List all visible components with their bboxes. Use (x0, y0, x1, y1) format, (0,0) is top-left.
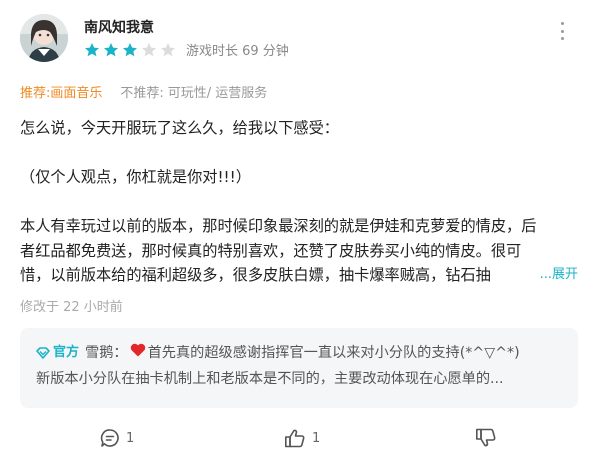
review-body[interactable]: 怎么说，今天开服玩了这么久，给我以下感受： （仅个人观点，你杠就是你对!!!） … (20, 116, 578, 288)
username[interactable]: 南风知我意 (84, 17, 154, 37)
body-line: 者红品都免费送，那时候真的特别喜欢，还赞了皮肤券买小纯的情皮。很可 (20, 241, 522, 260)
review-actions: 1 1 (0, 422, 589, 454)
reply-text-2: 新版本小分队在抽卡机制上和老版本是不同的，主要改动体现在心愿单的... (36, 371, 504, 387)
official-reply[interactable]: 官方 雪鹅： 首先真的超级感谢指挥官一直以来对小分队的支持(*^▽^*) 新版本… (20, 328, 578, 408)
more-options-icon[interactable] (557, 22, 567, 40)
avatar[interactable] (20, 14, 68, 62)
comment-icon (100, 429, 119, 447)
like-count: 1 (312, 430, 321, 446)
comment-button[interactable]: 1 (100, 428, 134, 448)
reply-text-1: 首先真的超级感谢指挥官一直以来对小分队的支持(*^▽^*) (147, 345, 520, 361)
expand-link[interactable]: ...展开 (533, 263, 578, 288)
review-header: 南风知我意 游戏时长 69 分钟 (20, 14, 575, 66)
body-line-blank (20, 141, 578, 166)
not-recommend-value: 可玩性/ 运营服务 (167, 86, 268, 101)
recommend-value: 画面音乐 (50, 86, 103, 101)
playtime: 游戏时长 69 分钟 (186, 44, 289, 59)
official-badge-label: 官方 (53, 345, 80, 360)
reply-line-1: 官方 雪鹅： 首先真的超级感谢指挥官一直以来对小分队的支持(*^▽^*) (36, 340, 564, 366)
official-badge-icon (36, 347, 50, 359)
edited-timestamp: 修改于 22 小时前 (20, 300, 123, 315)
body-line: 本人有幸玩过以前的版本，那时候印象最深刻的就是伊娃和克萝爱的情皮，后 (20, 217, 537, 235)
like-icon (284, 429, 305, 448)
star-icon-empty (142, 42, 156, 56)
comment-count: 1 (126, 430, 135, 446)
star-icon-filled (104, 42, 118, 56)
star-rating (84, 42, 179, 58)
star-icon-filled (85, 42, 99, 56)
body-line: 惜，以前版本给的福利超级多，很多皮肤白嫖，抽卡爆率贼高，钻石抽 (20, 266, 491, 284)
replier-name[interactable]: 雪鹅： (85, 340, 128, 366)
star-icon-filled (123, 42, 137, 56)
dislike-icon (475, 428, 496, 447)
recommend-label: 推荐: (20, 86, 51, 101)
rating: 游戏时长 69 分钟 (84, 40, 289, 59)
review-tags: 推荐: 画面音乐 不推荐: 可玩性/ 运营服务 (20, 82, 267, 101)
body-last-line-wrap: 惜，以前版本给的福利超级多，很多皮肤白嫖，抽卡爆率贼高，钻石抽 ...展开 (20, 263, 578, 288)
star-icon-empty (161, 42, 175, 56)
like-button[interactable]: 1 (284, 428, 320, 448)
body-line: （仅个人观点，你杠就是你对!!!） (20, 168, 251, 186)
not-recommend-label: 不推荐: (120, 86, 164, 101)
body-line-blank (20, 190, 578, 215)
official-badge: 官方 (36, 340, 79, 366)
dislike-button[interactable] (475, 428, 503, 448)
body-line: 怎么说，今天开服玩了这么久，给我以下感受： (20, 119, 339, 137)
heart-emoji-icon (130, 340, 146, 366)
